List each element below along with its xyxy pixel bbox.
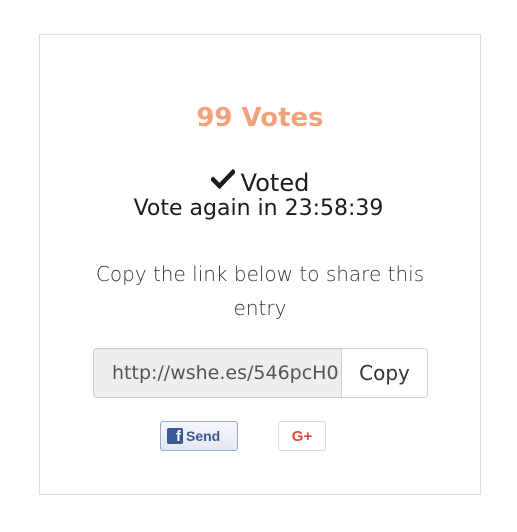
- share-link-group: Copy: [93, 348, 428, 398]
- checkmark-icon: [209, 167, 236, 195]
- google-plus-icon: G+: [291, 427, 313, 445]
- share-link-input[interactable]: [93, 348, 341, 398]
- facebook-send-label: Send: [186, 428, 221, 444]
- facebook-icon: f: [167, 428, 183, 444]
- copy-button[interactable]: Copy: [341, 348, 428, 398]
- google-plus-button[interactable]: G+: [278, 421, 326, 451]
- facebook-send-button[interactable]: f Send: [160, 421, 238, 451]
- voted-label: Voted: [240, 169, 310, 197]
- vote-count: 99 Votes: [196, 103, 324, 133]
- voted-status: Voted: [40, 167, 480, 198]
- share-instructions: Copy the link below to share this entry: [95, 262, 425, 320]
- vote-again-countdown: Vote again in 23:58:39: [133, 196, 384, 221]
